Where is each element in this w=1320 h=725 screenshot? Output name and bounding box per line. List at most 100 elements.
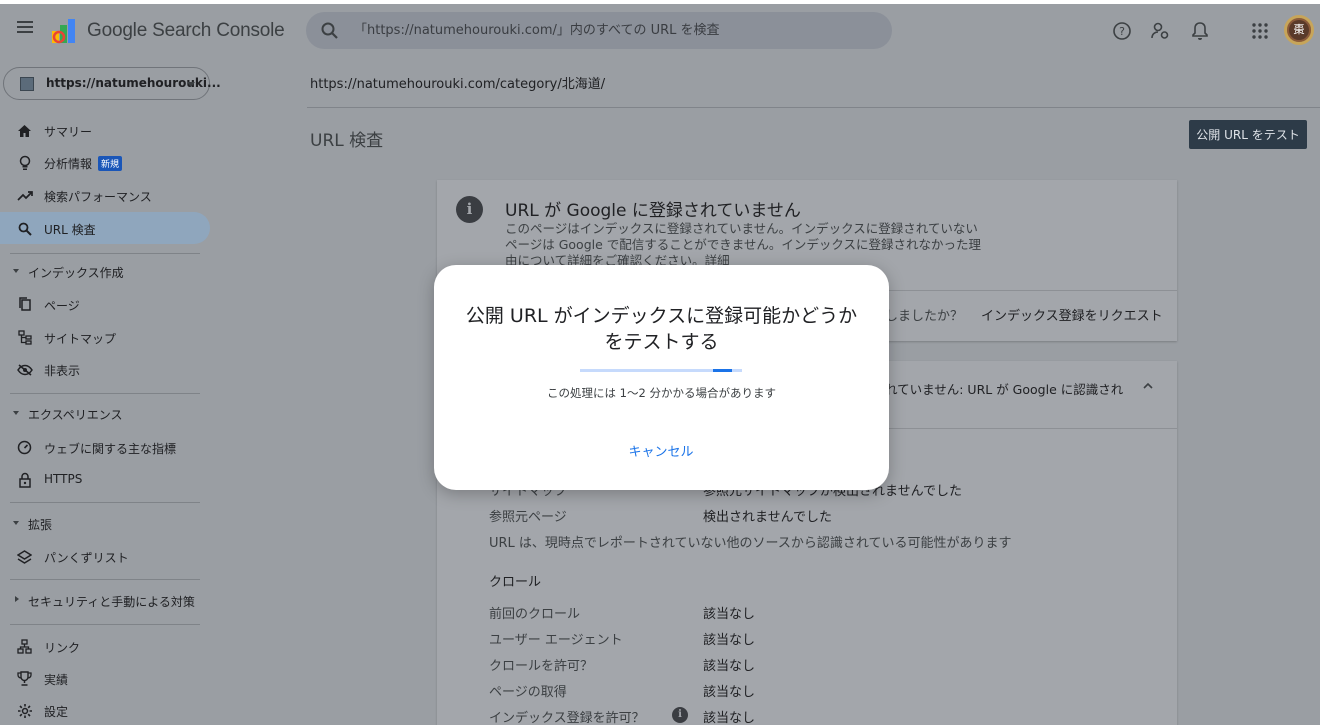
cancel-button[interactable]: キャンセル [616, 437, 706, 463]
trophy-icon [16, 670, 33, 687]
app-title: Google Search Console [87, 20, 285, 41]
crawl-row-value: 該当なし [703, 607, 756, 622]
sidebar-divider [10, 624, 200, 625]
crawl-row-value: 該当なし [703, 711, 756, 725]
progress-bar-fill [712, 369, 733, 372]
sidebar-divider [10, 579, 200, 580]
sidebar-item-label: HTTPS [44, 472, 83, 486]
header-divider [307, 107, 1320, 108]
gauge-icon [16, 439, 33, 456]
menu-icon[interactable] [13, 18, 37, 42]
section-experience[interactable]: エクスペリエンス [0, 401, 210, 427]
page-title: URL 検査 [310, 131, 384, 151]
collapse-arrow-icon [13, 269, 19, 273]
sidebar-item-label: 設定 [44, 705, 69, 719]
inspected-url: https://natumehourouki.com/category/北海道/ [310, 77, 606, 92]
section-security[interactable]: セキュリティと手動による対策 [0, 588, 210, 614]
search-console-logo [52, 19, 75, 44]
layers-icon [16, 548, 33, 565]
sidebar-item-settings[interactable]: 設定 [0, 694, 210, 725]
gear-icon [16, 702, 33, 719]
request-indexing-link[interactable]: インデックス登録をリクエスト [981, 305, 1163, 324]
search-icon[interactable] [320, 21, 340, 41]
section-label: 拡張 [28, 518, 53, 532]
crawl-row-label: ページの取得 [489, 685, 567, 700]
status-question: しましたか？ [885, 309, 964, 324]
help-icon[interactable]: ? [1110, 19, 1134, 43]
sidebar-divider [10, 502, 200, 503]
sidebar-item-label: ページ [44, 299, 80, 313]
svg-text:?: ? [1119, 25, 1125, 38]
sidebar-item-label: サマリー [44, 125, 93, 139]
section-enhancements[interactable]: 拡張 [0, 511, 210, 537]
site-favicon-icon [20, 77, 34, 91]
chevron-up-icon[interactable] [1141, 379, 1155, 393]
sidebar-item-label: URL 検査 [44, 223, 96, 237]
sidebar-item-summary[interactable]: サマリー [0, 114, 210, 146]
crawl-row-label: インデックス登録を許可？ [489, 711, 645, 725]
user-settings-icon[interactable] [1148, 19, 1172, 43]
test-live-url-button[interactable]: 公開 URL をテスト [1189, 120, 1307, 149]
dialog-title: 公開 URL がインデックスに登録可能かどうか をテストする [454, 303, 869, 355]
sidebar-item-label: パンくずリスト [44, 551, 129, 565]
live-test-dialog: 公開 URL がインデックスに登録可能かどうか をテストする この処理には 1〜… [434, 265, 889, 490]
dialog-title-line: 公開 URL がインデックスに登録可能かどうか [465, 305, 858, 327]
sidebar-item-links[interactable]: リンク [0, 630, 210, 662]
dialog-note: この処理には 1〜2 分かかる場合があります [547, 386, 776, 400]
sitemap-icon [16, 329, 33, 346]
coverage-heading[interactable]: れていません: URL が Google に認識され [885, 379, 1123, 398]
dialog-title-line: をテストする [604, 331, 719, 353]
crawl-row-value: 該当なし [703, 685, 756, 700]
crawl-row-label: クロールを許可？ [489, 659, 594, 674]
sidebar-item-url-inspection[interactable]: URL 検査 [0, 212, 210, 244]
sidebar-item-label: 分析情報 [44, 157, 93, 171]
caret-down-icon [187, 82, 195, 87]
discovery-note: URL は、現時点でレポートされていない他のソースから認識されている可能性があり… [489, 536, 1012, 551]
sidebar-item-pages[interactable]: ページ [0, 288, 210, 320]
referring-page-label: 参照元ページ [489, 510, 567, 525]
bell-icon[interactable] [1188, 19, 1212, 43]
sidebar-item-insights[interactable]: 分析情報 新規 [0, 146, 210, 178]
sidebar-item-removals[interactable]: 非表示 [0, 353, 210, 385]
links-icon [16, 638, 33, 655]
crawl-row-value: 該当なし [703, 633, 756, 648]
progress-bar [580, 369, 742, 372]
section-label: セキュリティと手動による対策 [28, 595, 195, 609]
section-label: インデックス作成 [28, 266, 124, 280]
collapse-arrow-icon [13, 521, 19, 525]
status-title: URL が Google に登録されていません [505, 201, 801, 221]
sidebar-item-achievements[interactable]: 実績 [0, 662, 210, 694]
property-selector[interactable]: https://natumehourouki... [3, 67, 221, 100]
section-indexing[interactable]: インデックス作成 [0, 259, 210, 285]
sidebar-item-core-web-vitals[interactable]: ウェブに関する主な指標 [0, 431, 210, 463]
collapse-arrow-icon [13, 411, 19, 415]
sidebar-item-label: サイトマップ [44, 332, 117, 346]
sidebar-divider [10, 393, 200, 394]
sidebar-divider [10, 253, 200, 254]
sidebar-item-label: 非表示 [44, 364, 81, 378]
lightbulb-icon [16, 154, 33, 171]
sidebar-item-breadcrumbs[interactable]: パンくずリスト [0, 540, 210, 572]
sidebar-item-label: リンク [44, 641, 81, 655]
sidebar-item-performance[interactable]: 検索パフォーマンス [0, 179, 210, 211]
avatar[interactable]: 棗 [1284, 15, 1314, 45]
app-header: Google Search Console ? 棗 [0, 4, 1320, 58]
sidebar-item-label: 検索パフォーマンス [44, 190, 152, 204]
sidebar-item-label: 実績 [44, 673, 69, 687]
crawl-row-label: ユーザー エージェント [489, 633, 623, 648]
eye-off-icon [16, 361, 33, 378]
sidebar-item-sitemaps[interactable]: サイトマップ [0, 321, 210, 353]
info-icon: i [456, 196, 483, 223]
new-badge: 新規 [98, 156, 123, 171]
info-icon[interactable]: i [672, 707, 688, 723]
sidebar-item-https[interactable]: HTTPS [0, 463, 210, 495]
crawl-heading: クロール [489, 575, 542, 590]
apps-grid-icon[interactable] [1248, 19, 1272, 43]
pages-icon [16, 296, 33, 313]
url-inspect-search[interactable] [306, 12, 892, 49]
search-icon [16, 220, 33, 237]
referring-page-value: 検出されませんでした [703, 510, 832, 525]
search-input[interactable] [354, 12, 874, 49]
trending-icon [16, 187, 33, 204]
crawl-row-label: 前回のクロール [489, 607, 581, 622]
